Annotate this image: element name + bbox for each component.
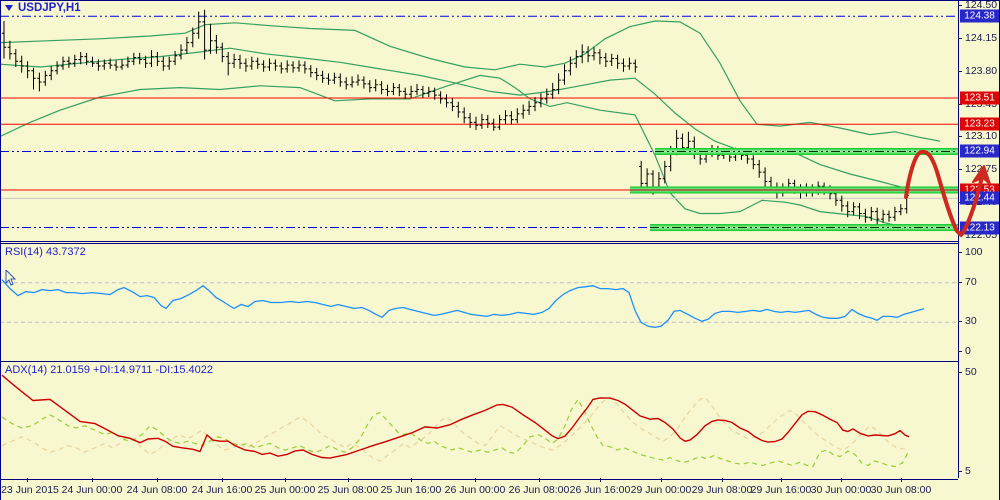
rsi-scale-tick (958, 281, 962, 283)
rsi-scale-label: 0 (965, 345, 971, 357)
price-chart-canvas[interactable] (0, 0, 958, 240)
adx-canvas[interactable] (0, 362, 958, 477)
time-label: 26 Jun 00:00 (444, 484, 506, 496)
adx-scale-tick (958, 471, 962, 472)
price-tick (958, 37, 962, 39)
time-tick (781, 478, 782, 482)
time-tick (411, 478, 412, 482)
adx-scale-tick (958, 372, 962, 373)
time-label: 26 Jun 16:00 (569, 484, 631, 496)
time-tick (722, 478, 723, 482)
time-tick (285, 478, 286, 482)
symbol-timeframe-label: USDJPY,H1 (18, 2, 81, 14)
price-tick-label: 124.15 (965, 31, 998, 44)
trading-chart-window: USDJPY,H1 RSI(14) 43.7372 ADX(14) 21.015… (0, 0, 1000, 500)
price-tick (958, 136, 962, 138)
time-label: 24 Jun 00:00 (61, 484, 123, 496)
time-label: 30 Jun 08:00 (870, 484, 932, 496)
time-label: 29 Jun 08:00 (691, 484, 753, 496)
time-tick (841, 478, 842, 482)
price-tick-label: 123.10 (965, 130, 998, 143)
rsi-scale-label: 70 (965, 275, 977, 288)
price-badge-122.94: 122.94 (960, 144, 999, 158)
price-badge-122.13: 122.13 (960, 221, 999, 235)
time-label: 30 Jun 00:00 (810, 484, 872, 496)
time-label: 29 Jun 16:00 (750, 484, 812, 496)
price-badge-124.38: 124.38 (960, 9, 999, 23)
price-tick-label: 122.75 (965, 163, 998, 176)
time-tick (348, 478, 349, 482)
price-badge-123.51: 123.51 (960, 91, 999, 105)
time-tick (539, 478, 540, 482)
left-border (0, 0, 1, 500)
time-label: 29 Jun 00:00 (630, 484, 692, 496)
adx-scale-label: 5 (965, 465, 971, 477)
price-badge-123.23: 123.23 (960, 117, 999, 131)
price-axis[interactable]: 124.50124.15123.80123.45123.10122.75122.… (958, 0, 1000, 478)
rsi-scale-label: 100 (965, 246, 983, 258)
price-chart-panel[interactable]: USDJPY,H1 (0, 0, 958, 242)
adx-indicator-panel[interactable]: ADX(14) 21.0159 +DI:14.9711 -DI:15.4022 (0, 361, 958, 480)
time-label: 24 Jun 08:00 (126, 484, 188, 496)
chart-dropdown-icon[interactable] (5, 5, 13, 11)
time-tick (27, 478, 28, 482)
adx-label: ADX(14) 21.0159 +DI:14.9711 -DI:15.4022 (5, 364, 214, 376)
time-label: 24 Jun 16:00 (191, 484, 253, 496)
rsi-scale-label: 30 (965, 315, 977, 328)
time-tick (222, 478, 223, 482)
symbol-title: USDJPY,H1 (5, 2, 81, 14)
time-tick (157, 478, 158, 482)
time-label: 23 Jun 2015 (1, 484, 59, 496)
rsi-label: RSI(14) 43.7372 (5, 246, 86, 258)
time-tick (475, 478, 476, 482)
time-tick (600, 478, 601, 482)
rsi-indicator-panel[interactable]: RSI(14) 43.7372 (0, 243, 958, 362)
time-label: 25 Jun 00:00 (254, 484, 316, 496)
time-axis[interactable]: 23 Jun 2015 24 Jun 00:00 24 Jun 08:00 24 Ju… (0, 478, 1000, 500)
time-tick (661, 478, 662, 482)
price-badge-122.44: 122.44 (960, 191, 999, 205)
adx-scale-label: 50 (965, 366, 977, 378)
rsi-scale-tick (958, 252, 962, 253)
top-border (0, 0, 1000, 1)
time-label: 25 Jun 08:00 (317, 484, 379, 496)
rsi-scale-tick (958, 351, 962, 352)
time-label: 26 Jun 08:00 (508, 484, 570, 496)
price-tick (958, 235, 962, 237)
rsi-scale-tick (958, 321, 962, 323)
time-tick (901, 478, 902, 482)
time-tick (92, 478, 93, 482)
price-tick (958, 70, 962, 72)
price-tick-label: 123.80 (965, 64, 998, 77)
mouse-cursor-icon (5, 270, 17, 286)
time-label: 25 Jun 16:00 (380, 484, 442, 496)
price-tick (958, 5, 962, 6)
rsi-canvas[interactable] (0, 244, 958, 359)
price-tick (958, 169, 962, 171)
